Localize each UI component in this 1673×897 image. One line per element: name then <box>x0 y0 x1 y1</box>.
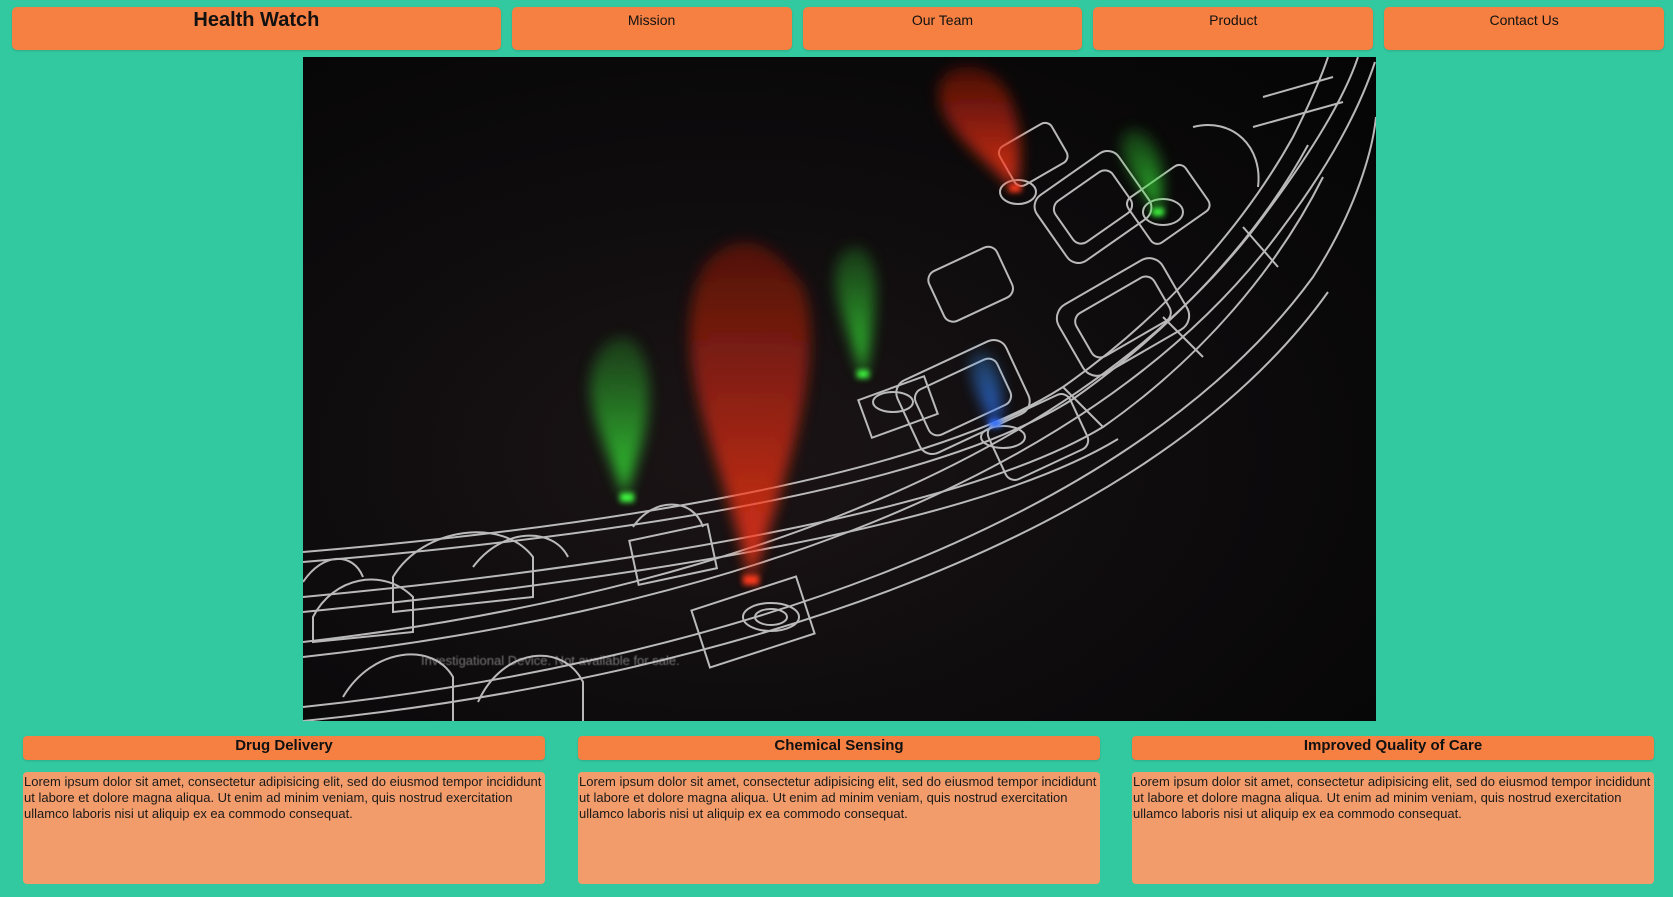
nav-contact-us[interactable]: Contact Us <box>1384 7 1665 50</box>
card-body: Lorem ipsum dolor sit amet, consectetur … <box>23 772 545 884</box>
feature-card-quality-of-care: Improved Quality of Care Lorem ipsum dol… <box>1132 736 1654 884</box>
nav-our-team[interactable]: Our Team <box>802 7 1083 50</box>
wireframe-device-illustration <box>303 57 1376 721</box>
hero-image: Investigational Device. Not available fo… <box>303 57 1376 721</box>
card-title: Chemical Sensing <box>578 736 1100 760</box>
card-title: Improved Quality of Care <box>1132 736 1654 760</box>
card-body: Lorem ipsum dolor sit amet, consectetur … <box>1132 772 1654 884</box>
top-nav: Health Watch Mission Our Team Product Co… <box>12 7 1665 50</box>
brand-title[interactable]: Health Watch <box>12 7 501 50</box>
feature-card-drug-delivery: Drug Delivery Lorem ipsum dolor sit amet… <box>23 736 545 884</box>
card-title: Drug Delivery <box>23 736 545 760</box>
feature-card-chemical-sensing: Chemical Sensing Lorem ipsum dolor sit a… <box>578 736 1100 884</box>
hero-caption: Investigational Device. Not available fo… <box>421 653 680 668</box>
nav-mission[interactable]: Mission <box>511 7 792 50</box>
card-body: Lorem ipsum dolor sit amet, consectetur … <box>578 772 1100 884</box>
nav-product[interactable]: Product <box>1093 7 1374 50</box>
